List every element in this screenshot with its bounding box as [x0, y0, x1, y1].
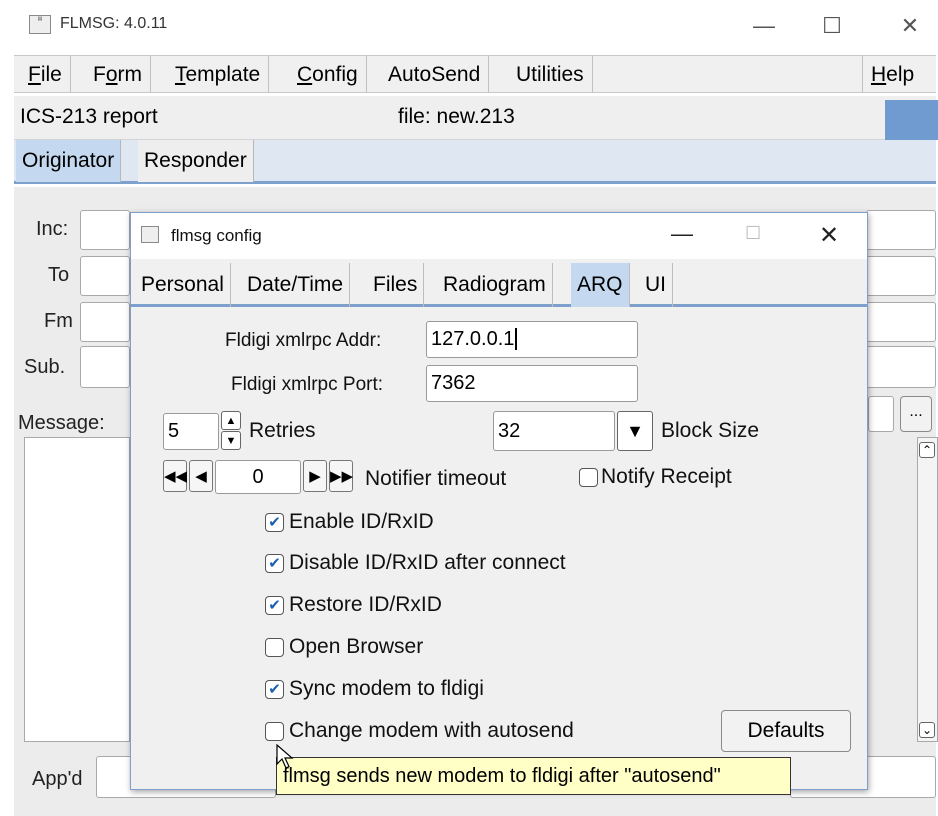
menu-template[interactable]: Template	[167, 56, 270, 93]
fm-label: Fm	[44, 310, 73, 332]
sub-field-right[interactable]	[866, 346, 936, 388]
fast-back-icon[interactable]: ◀◀	[163, 460, 187, 492]
port-input[interactable]: 7362	[426, 365, 638, 402]
tab-radiogram[interactable]: Radiogram	[437, 263, 553, 307]
message-scrollbar[interactable]: ⌃ ⌄	[917, 437, 938, 742]
enable-idrxid-label: Enable ID/RxID	[289, 510, 434, 533]
addr-input[interactable]: 127.0.0.1	[426, 321, 638, 358]
notify-receipt-label: Notify Receipt	[601, 465, 732, 488]
fast-forward-icon[interactable]: ▶▶	[329, 460, 353, 492]
menu-autosend[interactable]: AutoSend	[380, 56, 490, 93]
message-dropdown[interactable]	[868, 396, 894, 432]
appd-label: App'd	[32, 768, 83, 790]
to-field[interactable]	[80, 256, 130, 296]
disable-idrxid-checkbox[interactable]: ✔	[265, 554, 284, 573]
sub-label: Sub.	[24, 356, 66, 378]
defaults-button[interactable]: Defaults	[721, 710, 851, 752]
minimize-icon[interactable]: —	[742, 8, 786, 44]
menu-utilities[interactable]: Utilities	[508, 56, 593, 93]
blocksize-label: Block Size	[661, 419, 760, 442]
maximize-icon[interactable]: ☐	[810, 8, 854, 44]
flmsg-app-icon: ▤	[29, 15, 51, 34]
tab-arq[interactable]: ARQ	[571, 263, 630, 307]
tab-files[interactable]: Files	[367, 263, 425, 307]
open-browser-label: Open Browser	[289, 635, 424, 658]
dialog-tab-bar: Personal Date/Time Files Radiogram ARQ U…	[131, 259, 867, 307]
tab-responder[interactable]: Responder	[138, 140, 254, 182]
fm-field[interactable]	[80, 302, 130, 342]
retries-input[interactable]: 5	[163, 413, 219, 450]
retries-label: Retries	[249, 419, 316, 442]
menu-help[interactable]: Help	[862, 56, 922, 93]
mouse-cursor-icon	[276, 743, 294, 770]
restore-idrxid-checkbox[interactable]: ✔	[265, 596, 284, 615]
scroll-down-icon[interactable]: ⌄	[919, 722, 935, 738]
blocksize-input[interactable]: 32	[493, 411, 615, 451]
notifier-input[interactable]: 0	[215, 460, 301, 494]
dialog-minimize-icon[interactable]: —	[671, 221, 693, 247]
menubar: File Form Template Config AutoSend Utili…	[14, 55, 936, 93]
tooltip: flmsg sends new modem to fldigi after "a…	[276, 757, 791, 795]
restore-idrxid-label: Restore ID/RxID	[289, 593, 442, 616]
menu-file[interactable]: File	[20, 56, 71, 93]
main-tab-bar: Originator Responder	[14, 140, 936, 184]
change-modem-label: Change modem with autosend	[289, 719, 574, 742]
form-info-bar: ICS-213 report file: new.213	[14, 96, 936, 140]
notify-receipt-checkbox[interactable]	[579, 468, 598, 487]
tab-originator[interactable]: Originator	[16, 140, 122, 182]
change-modem-checkbox[interactable]	[265, 722, 284, 741]
sub-field[interactable]	[80, 346, 130, 388]
spin-down-icon[interactable]: ▼	[221, 431, 241, 450]
dialog-maximize-icon: ☐	[745, 223, 762, 243]
enable-idrxid-checkbox[interactable]: ✔	[265, 513, 284, 532]
dialog-app-icon	[141, 226, 159, 243]
spin-up-icon[interactable]: ▲	[221, 411, 241, 430]
fm-field-right[interactable]	[866, 302, 936, 342]
menu-config[interactable]: Config	[289, 56, 367, 93]
to-field-right[interactable]	[866, 256, 936, 296]
menu-form[interactable]: Form	[85, 56, 152, 93]
to-label: To	[48, 264, 70, 286]
sync-modem-label: Sync modem to fldigi	[289, 677, 484, 700]
scroll-up-icon[interactable]: ⌃	[919, 442, 935, 458]
dialog-title: flmsg config	[171, 226, 262, 245]
retries-spinner[interactable]: ▲ ▼	[221, 411, 243, 451]
port-label: Fldigi xmlrpc Port:	[231, 374, 384, 395]
dialog-close-icon[interactable]: ✕	[819, 221, 839, 250]
inc-label: Inc:	[36, 218, 69, 240]
form-name: ICS-213 report	[20, 105, 158, 128]
open-browser-checkbox[interactable]	[265, 638, 284, 657]
more-button[interactable]: ...	[900, 396, 932, 432]
sync-modem-checkbox[interactable]: ✔	[265, 680, 284, 699]
chevron-down-icon[interactable]: ▼	[617, 411, 653, 451]
close-icon[interactable]: ✕	[888, 8, 932, 44]
tab-ui[interactable]: UI	[639, 263, 673, 307]
addr-label: Fldigi xmlrpc Addr:	[225, 330, 382, 351]
file-name: file: new.213	[398, 105, 515, 128]
message-textarea[interactable]	[24, 437, 130, 742]
inc-field[interactable]	[80, 210, 130, 250]
notifier-label: Notifier timeout	[365, 467, 507, 490]
tab-datetime[interactable]: Date/Time	[241, 263, 351, 307]
dialog-titlebar: flmsg config — ☐ ✕	[131, 213, 867, 259]
tab-personal[interactable]: Personal	[135, 263, 231, 307]
forward-icon[interactable]: ▶	[303, 460, 327, 492]
inc-field-right[interactable]	[866, 210, 936, 250]
back-icon[interactable]: ◀	[189, 460, 213, 492]
window-title: FLMSG: 4.0.11	[60, 15, 168, 32]
status-indicator	[885, 100, 938, 140]
config-dialog: flmsg config — ☐ ✕ Personal Date/Time Fi…	[130, 212, 868, 790]
disable-idrxid-label: Disable ID/RxID after connect	[289, 551, 566, 574]
message-label: Message:	[18, 412, 105, 434]
